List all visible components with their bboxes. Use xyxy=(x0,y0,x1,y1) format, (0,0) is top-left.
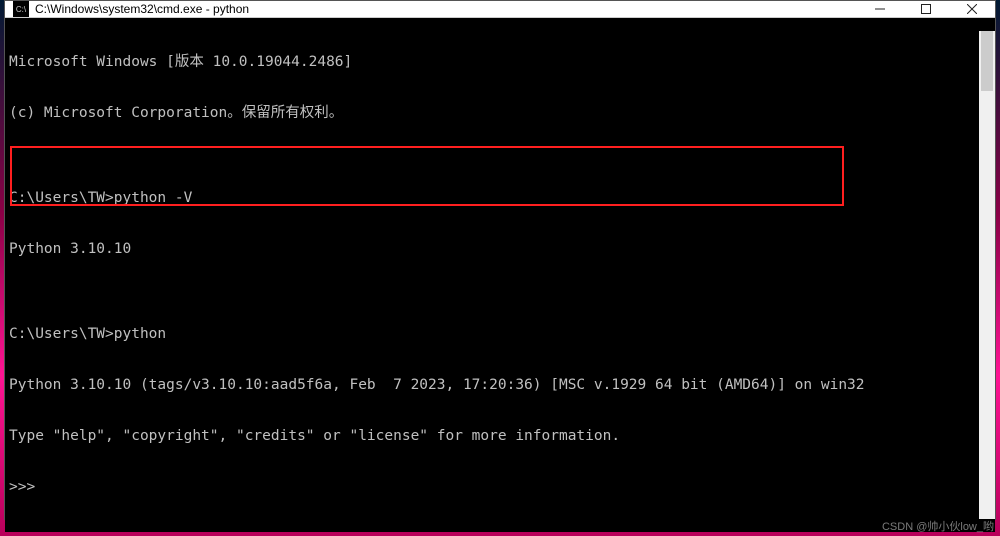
terminal-line: (c) Microsoft Corporation。保留所有权利。 xyxy=(9,105,991,122)
close-button[interactable] xyxy=(949,1,995,17)
terminal-line: C:\Users\TW>python -V xyxy=(9,190,991,207)
window-controls xyxy=(857,1,995,17)
titlebar[interactable]: C:\ C:\Windows\system32\cmd.exe - python xyxy=(5,1,995,18)
close-icon xyxy=(967,4,977,14)
minimize-icon xyxy=(875,4,885,14)
cmd-window: C:\ C:\Windows\system32\cmd.exe - python… xyxy=(4,0,996,520)
terminal-line: C:\Users\TW>python xyxy=(9,326,991,343)
terminal-line: Python 3.10.10 (tags/v3.10.10:aad5f6a, F… xyxy=(9,377,991,394)
maximize-button[interactable] xyxy=(903,1,949,17)
maximize-icon xyxy=(921,4,931,14)
minimize-button[interactable] xyxy=(857,1,903,17)
terminal-line: Python 3.10.10 xyxy=(9,241,991,258)
window-title: C:\Windows\system32\cmd.exe - python xyxy=(35,2,857,16)
vertical-scrollbar[interactable] xyxy=(979,31,995,519)
cmd-icon-label: C:\ xyxy=(16,5,26,14)
terminal-line: Microsoft Windows [版本 10.0.19044.2486] xyxy=(9,54,991,71)
scrollbar-thumb[interactable] xyxy=(981,31,993,91)
watermark: CSDN @帅小伙low_哟 xyxy=(882,518,994,534)
cmd-icon: C:\ xyxy=(13,1,29,17)
terminal-area[interactable]: Microsoft Windows [版本 10.0.19044.2486] (… xyxy=(5,18,995,532)
terminal-line: >>> xyxy=(9,479,991,496)
terminal-line: Type "help", "copyright", "credits" or "… xyxy=(9,428,991,445)
